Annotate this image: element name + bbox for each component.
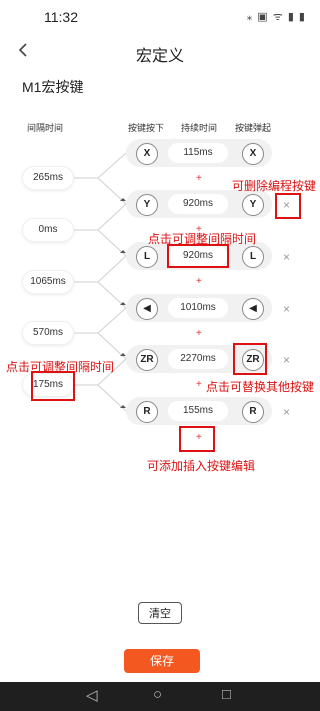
key-release-button[interactable]: L — [242, 246, 264, 268]
delete-icon[interactable]: × — [283, 405, 290, 419]
key-release-button[interactable]: X — [242, 143, 264, 165]
annotation-interval-text: 点击可调整间隔时间 — [6, 360, 115, 374]
insert-plus-button[interactable]: + — [196, 276, 202, 287]
interval-pill[interactable]: 1065ms — [23, 271, 73, 293]
interval-pill[interactable]: 570ms — [23, 322, 73, 344]
save-button[interactable]: 保存 — [124, 649, 200, 673]
key-press-button[interactable]: X — [136, 143, 158, 165]
delete-icon[interactable]: × — [283, 302, 290, 316]
key-press-button[interactable]: ZR — [136, 349, 158, 371]
duration-pill[interactable]: 920ms — [168, 194, 228, 214]
annotation-replace-text: 点击可替换其他按键 — [206, 380, 315, 394]
annotation-insert-text: 可添加插入按键编辑 — [147, 459, 256, 473]
duration-pill[interactable]: 155ms — [168, 401, 228, 421]
key-release-button[interactable]: R — [242, 401, 264, 423]
delete-icon[interactable]: × — [283, 250, 290, 264]
delete-icon[interactable]: × — [283, 353, 290, 367]
nav-back-icon[interactable]: ◁ — [86, 686, 98, 704]
annotation-box-delete — [275, 193, 301, 219]
duration-pill[interactable]: 2270ms — [168, 349, 228, 369]
key-press-button[interactable]: Y — [136, 194, 158, 216]
interval-pill[interactable]: 0ms — [23, 219, 73, 241]
annotation-delete-text: 可删除编程按键 — [232, 179, 317, 193]
interval-pill[interactable]: 265ms — [23, 167, 73, 189]
annotation-duration-text: 点击可调整间隔时间 — [148, 232, 257, 246]
insert-plus-button[interactable]: + — [196, 379, 202, 390]
insert-plus-button[interactable]: + — [196, 328, 202, 339]
key-press-button[interactable]: R — [136, 401, 158, 423]
insert-plus-button[interactable]: + — [196, 173, 202, 184]
clear-button[interactable]: 清空 — [138, 602, 182, 624]
key-press-button[interactable]: L — [136, 246, 158, 268]
duration-pill[interactable]: 115ms — [168, 143, 228, 163]
key-press-button[interactable]: ◀ — [136, 298, 158, 320]
key-release-button[interactable]: Y — [242, 194, 264, 216]
annotation-box-interval — [31, 371, 75, 401]
nav-home-icon[interactable]: ○ — [153, 686, 162, 703]
key-release-button[interactable]: ◀ — [242, 298, 264, 320]
annotation-box-replace — [233, 343, 267, 375]
nav-recent-icon[interactable]: □ — [222, 686, 231, 703]
duration-pill[interactable]: 1010ms — [168, 298, 228, 318]
annotation-box-duration — [167, 244, 229, 268]
annotation-box-insert — [179, 426, 215, 452]
